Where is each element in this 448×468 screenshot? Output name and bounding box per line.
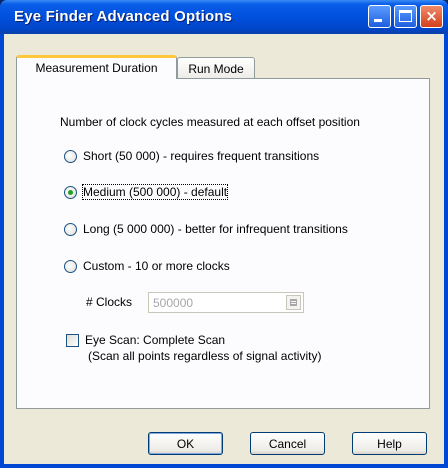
eye-scan-note: (Scan all points regardless of signal ac… bbox=[88, 349, 322, 363]
tab-measurement-duration[interactable]: Measurement Duration bbox=[16, 55, 177, 79]
cancel-button[interactable]: Cancel bbox=[250, 432, 325, 455]
minimize-button[interactable] bbox=[368, 5, 391, 28]
clocks-label: # Clocks bbox=[86, 295, 133, 309]
window-border-bottom bbox=[0, 464, 448, 468]
maximize-button[interactable] bbox=[394, 5, 417, 28]
radio-custom-label[interactable]: Custom - 10 or more clocks bbox=[83, 259, 230, 273]
cycles-heading: Number of clock cycles measured at each … bbox=[60, 115, 360, 129]
minimize-icon bbox=[374, 19, 382, 22]
eye-scan-label[interactable]: Eye Scan: Complete Scan bbox=[85, 333, 225, 347]
calculator-icon bbox=[290, 299, 297, 306]
radio-medium[interactable] bbox=[64, 186, 77, 199]
radio-short-label[interactable]: Short (50 000) - requires frequent trans… bbox=[83, 149, 319, 163]
window-border-right bbox=[444, 34, 448, 468]
tab-label: Measurement Duration bbox=[35, 61, 158, 75]
close-icon: × bbox=[425, 7, 438, 25]
dialog-window: Eye Finder Advanced Options × Measuremen… bbox=[0, 0, 448, 468]
ok-button[interactable]: OK bbox=[148, 432, 223, 455]
window-title: Eye Finder Advanced Options bbox=[14, 8, 233, 25]
help-button[interactable]: Help bbox=[352, 432, 427, 455]
radio-custom[interactable] bbox=[64, 260, 77, 273]
clocks-input[interactable]: 500000 bbox=[148, 292, 304, 313]
close-button[interactable]: × bbox=[420, 5, 443, 28]
tab-run-mode[interactable]: Run Mode bbox=[177, 57, 255, 79]
eye-scan-checkbox[interactable] bbox=[66, 334, 79, 347]
radio-long-label[interactable]: Long (5 000 000) - better for infrequent… bbox=[83, 222, 348, 236]
cancel-button-label: Cancel bbox=[268, 437, 307, 451]
radio-medium-label[interactable]: Medium (500 000) - default bbox=[81, 184, 229, 200]
help-button-label: Help bbox=[377, 437, 402, 451]
clocks-value: 500000 bbox=[153, 296, 194, 310]
ok-button-label: OK bbox=[176, 437, 195, 451]
radio-long[interactable] bbox=[64, 223, 77, 236]
clocks-picker-button[interactable] bbox=[286, 295, 301, 310]
maximize-icon bbox=[399, 10, 412, 22]
title-bar[interactable]: Eye Finder Advanced Options × bbox=[0, 0, 448, 34]
radio-short[interactable] bbox=[64, 150, 77, 163]
tab-label: Run Mode bbox=[188, 62, 244, 76]
